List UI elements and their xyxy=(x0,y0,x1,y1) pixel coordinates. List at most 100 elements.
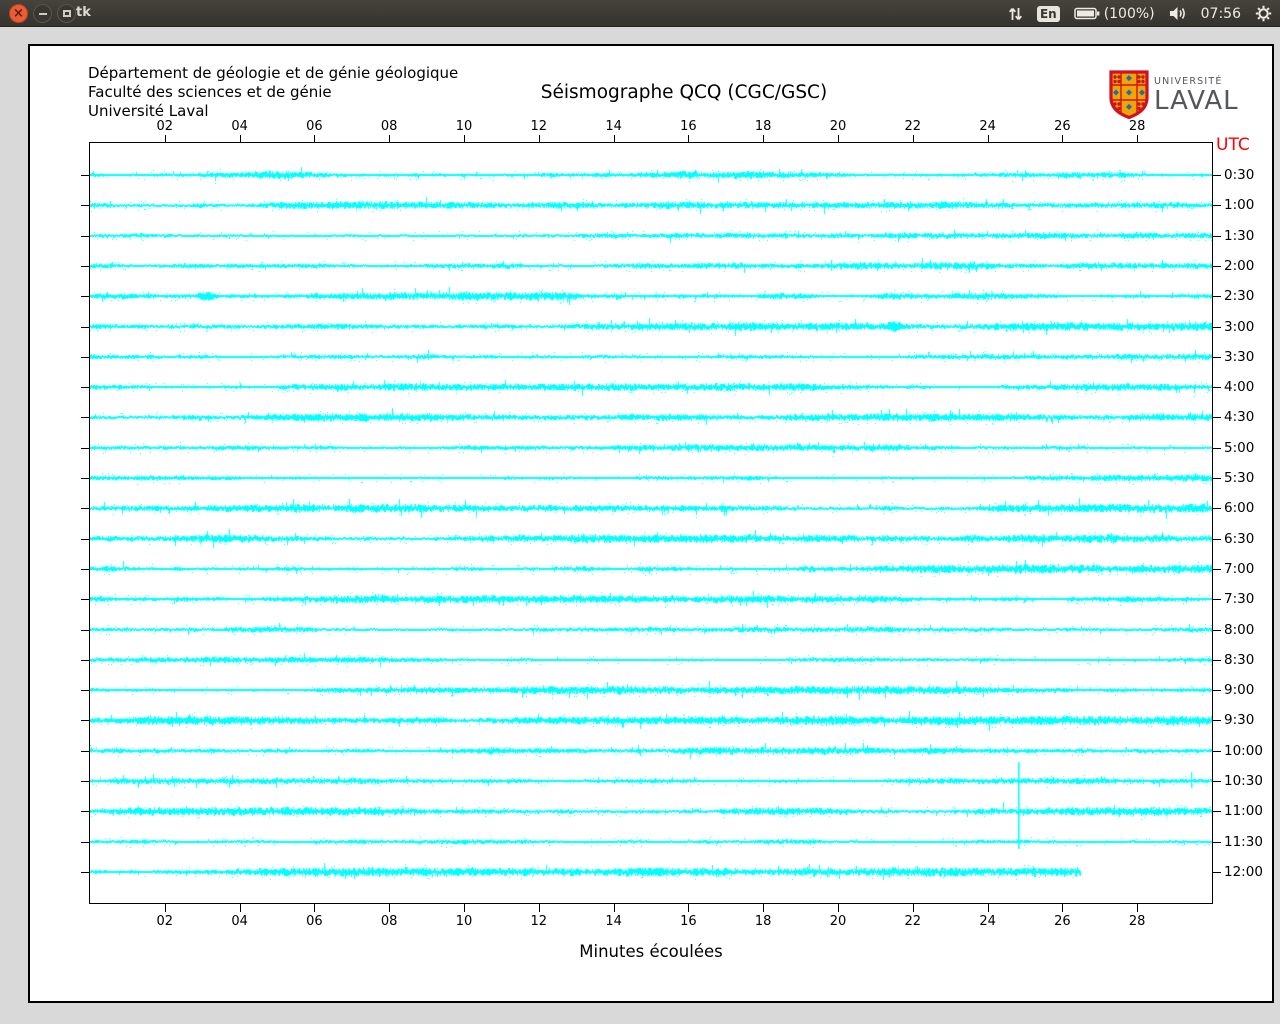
close-button[interactable]: × xyxy=(9,4,28,23)
utc-row-label: 8:30 xyxy=(1224,651,1255,668)
x-tick-label-bottom: 06 xyxy=(306,914,323,929)
row-tick-right xyxy=(1213,538,1221,540)
utc-row-label: 2:00 xyxy=(1224,257,1255,274)
row-tick-left xyxy=(81,659,89,661)
row-tick-right xyxy=(1213,659,1221,661)
x-tick-label-bottom: 14 xyxy=(605,914,622,929)
x-tick-label-top: 08 xyxy=(380,119,398,134)
maximize-button[interactable] xyxy=(57,4,76,23)
row-tick-right xyxy=(1213,205,1221,207)
row-tick-right xyxy=(1213,508,1221,510)
x-tick-label-top: 28 xyxy=(1128,119,1146,134)
x-tick-label-top: 16 xyxy=(680,119,697,134)
x-tick-label-top: 06 xyxy=(306,119,323,134)
clock[interactable]: 07:56 xyxy=(1201,6,1241,22)
titlebar[interactable]: × tk En (100%) 07:56 xyxy=(0,0,1280,27)
x-tick-label-bottom: 22 xyxy=(904,914,922,929)
row-tick-right xyxy=(1213,326,1221,328)
row-tick-left xyxy=(81,841,89,843)
x-tick-label-bottom: 04 xyxy=(231,914,248,929)
row-tick-right xyxy=(1213,568,1221,570)
volume-icon[interactable] xyxy=(1169,6,1187,21)
window-title: tk xyxy=(76,5,91,20)
row-tick-left xyxy=(81,296,89,298)
utc-row-label: 4:00 xyxy=(1224,379,1255,396)
university-laval-logo: UNIVERSITÉ LAVAL xyxy=(1108,70,1248,122)
x-tick-label-bottom: 18 xyxy=(754,914,772,929)
institution-line-2: Faculté des sciences et de génie xyxy=(88,83,332,101)
utc-row-label: 9:00 xyxy=(1224,682,1255,699)
x-tick-top xyxy=(1137,135,1139,143)
x-tick-top xyxy=(314,135,316,143)
laval-logo-text: UNIVERSITÉ LAVAL xyxy=(1154,76,1239,114)
row-tick-left xyxy=(81,781,89,783)
row-tick-left xyxy=(81,235,89,237)
x-tick-top xyxy=(464,135,465,143)
x-tick-label-bottom: 16 xyxy=(680,914,697,929)
row-tick-right xyxy=(1213,265,1221,267)
row-tick-right xyxy=(1213,478,1221,480)
battery-indicator[interactable]: (100%) xyxy=(1073,5,1155,22)
row-tick-left xyxy=(81,811,89,813)
x-tick-label-bottom: 26 xyxy=(1054,914,1071,929)
row-tick-left xyxy=(81,508,89,510)
utc-row-label: 5:00 xyxy=(1224,439,1255,456)
row-tick-right xyxy=(1213,781,1221,783)
row-tick-left xyxy=(81,205,89,207)
row-tick-left xyxy=(81,326,89,328)
x-tick-top xyxy=(239,135,241,143)
x-tick-label-top: 20 xyxy=(829,119,847,134)
network-arrows-icon[interactable] xyxy=(1008,6,1023,22)
x-tick-top xyxy=(912,135,914,143)
x-tick-top xyxy=(763,135,765,143)
x-tick-top xyxy=(1062,135,1064,143)
x-tick-label-bottom: 28 xyxy=(1128,914,1146,929)
utc-row-label: 12:00 xyxy=(1224,863,1263,880)
row-tick-left xyxy=(81,447,89,449)
desktop-screen: × tk En (100%) 07:56 Département de géol… xyxy=(0,0,1280,1024)
row-tick-left xyxy=(81,720,89,722)
row-tick-right xyxy=(1213,417,1221,419)
row-tick-right xyxy=(1213,690,1221,692)
utc-row-label: 6:30 xyxy=(1224,530,1255,547)
row-tick-right xyxy=(1213,447,1221,449)
keyboard-layout-indicator[interactable]: En xyxy=(1036,5,1060,22)
laval-shield-icon xyxy=(1109,70,1149,120)
close-icon: × xyxy=(13,6,24,21)
x-tick-label-top: 24 xyxy=(979,119,996,134)
row-tick-left xyxy=(81,356,89,358)
tk-window: Département de géologie et de génie géol… xyxy=(28,44,1274,1003)
row-tick-left xyxy=(81,478,89,480)
utc-row-label: 11:30 xyxy=(1224,833,1263,850)
row-tick-right xyxy=(1213,720,1221,722)
utc-row-label: 4:30 xyxy=(1224,409,1255,426)
row-tick-left xyxy=(81,690,89,692)
row-tick-right xyxy=(1213,235,1221,237)
x-tick-top xyxy=(987,135,989,143)
utc-row-label: 11:00 xyxy=(1224,803,1263,820)
x-tick-bottom xyxy=(613,904,615,912)
row-tick-right xyxy=(1213,296,1221,298)
chart-title: Séismographe QCQ (CGC/GSC) xyxy=(540,82,828,103)
x-tick-top xyxy=(688,135,690,143)
row-tick-left xyxy=(81,871,89,873)
row-tick-right xyxy=(1213,811,1221,813)
x-tick-top xyxy=(389,135,391,143)
minimize-button[interactable] xyxy=(33,4,52,23)
row-tick-right xyxy=(1213,599,1221,601)
session-gear-icon[interactable] xyxy=(1255,5,1272,22)
institution-block: Département de géologie et de génie géol… xyxy=(88,64,458,121)
battery-label: (100%) xyxy=(1103,5,1155,22)
x-tick-bottom xyxy=(688,904,690,912)
logo-text-laval: LAVAL xyxy=(1154,86,1239,116)
utc-row-label: 6:00 xyxy=(1224,500,1255,517)
x-axis-title: Minutes écoulées xyxy=(579,942,723,961)
row-tick-left xyxy=(81,538,89,540)
row-tick-right xyxy=(1213,871,1221,873)
x-tick-bottom xyxy=(763,904,765,912)
x-tick-label-top: 18 xyxy=(754,119,772,134)
utc-row-label: 7:00 xyxy=(1224,560,1255,577)
x-tick-bottom xyxy=(538,904,540,912)
utc-row-label: 3:30 xyxy=(1224,348,1255,365)
row-tick-right xyxy=(1213,356,1221,358)
